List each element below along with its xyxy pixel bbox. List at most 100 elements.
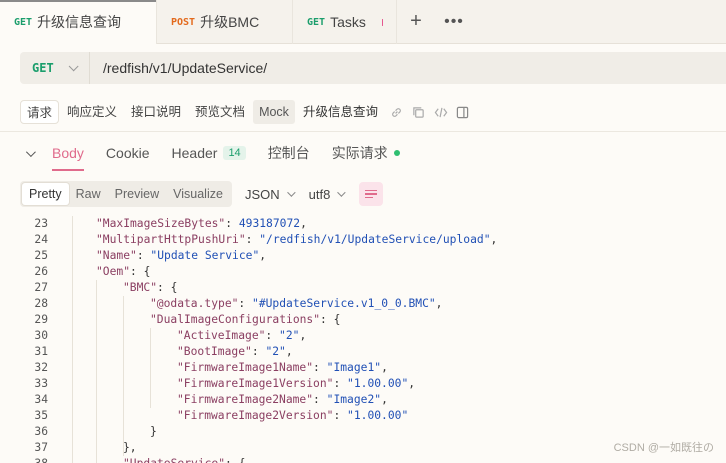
code-text: "ActiveImage": "2", [177, 329, 307, 342]
tab-upgrade-bmc[interactable]: POST 升级BMC [157, 0, 293, 44]
url-input[interactable]: /redfish/v1/UpdateService/ [90, 60, 267, 76]
code-text: "FirmwareImage2Name": "Image2", [177, 393, 388, 406]
code-line: 34 "FirmwareImage2Name": "Image2", [0, 392, 726, 408]
response-body-code[interactable]: 23 "MaxImageSizeBytes": 493187072, 24 "Mult… [0, 213, 726, 463]
line-number: 28 [34, 297, 48, 310]
tab-label: 升级信息查询 [37, 14, 122, 30]
line-number: 32 [34, 361, 48, 374]
code-text: "BootImage": "2", [177, 345, 293, 358]
code-line: 38 "UpdateService": { [0, 456, 726, 463]
mode-raw[interactable]: Raw [69, 183, 108, 205]
code-text: "UpdateService": { [123, 456, 245, 463]
code-line: 27 "BMC": { [0, 280, 726, 296]
line-number: 34 [34, 393, 48, 406]
copy-icon[interactable] [408, 100, 430, 124]
doctab-mock[interactable]: Mock [253, 100, 295, 124]
add-tab-icon[interactable]: + [397, 0, 435, 43]
divider [0, 131, 726, 132]
doctab-response-def[interactable]: 响应定义 [61, 100, 123, 124]
doctab-preview-doc[interactable]: 预览文档 [189, 100, 251, 124]
doctab-api-desc[interactable]: 接口说明 [125, 100, 187, 124]
watermark: CSDN @一如既往の [613, 442, 714, 454]
word-wrap-icon[interactable] [359, 182, 384, 206]
code-text: "FirmwareImage1Name": "Image1", [177, 361, 388, 374]
response-tabs: Body Cookie Header 14 控制台 实际请求 [20, 140, 422, 171]
link-icon[interactable] [386, 100, 408, 124]
code-text: "FirmwareImage2Version": "1.00.00" [177, 409, 409, 422]
line-number: 26 [34, 265, 48, 278]
code-text: "DualImageConfigurations": { [150, 313, 341, 326]
tab-method: GET [14, 16, 33, 28]
view-mode-segment: Pretty Raw Preview Visualize [20, 181, 232, 207]
line-number: 25 [34, 249, 48, 262]
code-line: 31 "BootImage": "2", [0, 344, 726, 360]
doctab-name: 升级信息查询 [302, 105, 378, 119]
tab-body[interactable]: Body [52, 140, 84, 171]
line-number: 23 [34, 217, 48, 230]
layout-icon[interactable] [452, 100, 474, 124]
method-value: GET [32, 61, 54, 75]
format-type-select[interactable]: JSON [244, 186, 296, 202]
line-number: 29 [34, 313, 48, 326]
tab-header-label: Header [171, 145, 218, 161]
tab-cookie[interactable]: Cookie [106, 140, 150, 166]
code-text: "BMC": { [123, 281, 178, 294]
tab-tasks[interactable]: GET Tasks [293, 0, 397, 44]
code-text: "Oem": { [96, 265, 151, 278]
tab-console[interactable]: 控制台 [268, 140, 310, 166]
mode-visualize[interactable]: Visualize [166, 183, 230, 205]
line-number: 30 [34, 329, 48, 342]
encoding-value: utf8 [308, 186, 331, 202]
code-text: "Name": "Update Service", [96, 249, 267, 262]
tab-header[interactable]: Header 14 [172, 140, 246, 166]
code-line: 32 "FirmwareImage1Name": "Image1", [0, 360, 726, 376]
line-number: 38 [0, 456, 48, 463]
tab-upgrade-info-query[interactable]: GET 升级信息查询 [0, 0, 157, 44]
tab-label: 升级BMC [200, 14, 260, 30]
line-number: 36 [34, 425, 48, 438]
doc-tabs: 请求 响应定义 接口说明 预览文档 Mock 升级信息查询 [20, 100, 474, 124]
code-text: }, [123, 441, 137, 454]
code-text: } [150, 425, 157, 438]
mode-preview[interactable]: Preview [108, 183, 166, 205]
format-type-value: JSON [244, 186, 280, 202]
doctab-request[interactable]: 请求 [20, 100, 60, 124]
chevron-down-icon [337, 188, 346, 197]
code-line: 30 "ActiveImage": "2", [0, 328, 726, 344]
mode-pretty[interactable]: Pretty [22, 183, 69, 205]
tab-method: GET [307, 16, 326, 28]
code-line: 24 "MultipartHttpPushUri": "/redfish/v1/U… [0, 232, 726, 248]
url-bar: GET /redfish/v1/UpdateService/ [20, 52, 726, 84]
chevron-down-icon [68, 60, 79, 71]
tab-label: Tasks [330, 14, 366, 30]
tab-actual-label: 实际请求 [331, 145, 388, 161]
code-line: 23 "MaxImageSizeBytes": 493187072, [0, 216, 726, 232]
tab-method: POST [171, 16, 196, 28]
tab-actual-request[interactable]: 实际请求 [332, 140, 400, 166]
line-number: 24 [34, 233, 48, 246]
header-count-badge: 14 [223, 146, 246, 160]
code-text: "MultipartHttpPushUri": "/redfish/v1/Upd… [96, 233, 498, 246]
line-number: 27 [34, 281, 48, 294]
code-line: 26 "Oem": { [0, 264, 726, 280]
code-line: 28 "@odata.type": "#UpdateService.v1_0_0.… [0, 296, 726, 312]
line-number: 37 [34, 441, 48, 454]
code-line: 35 "FirmwareImage2Version": "1.00.00" [0, 408, 726, 424]
code-line: 36} [0, 424, 726, 440]
code-line: 25 "Name": "Update Service", [0, 248, 726, 264]
format-toolbar: Pretty Raw Preview Visualize JSON utf8 [20, 181, 384, 207]
encoding-select[interactable]: utf8 [308, 186, 346, 202]
line-number: 33 [34, 377, 48, 390]
status-dot-icon [393, 150, 400, 156]
more-icon[interactable]: ••• [435, 0, 473, 43]
collapse-chevron-icon[interactable] [20, 140, 38, 166]
request-tab-bar: GET 升级信息查询 POST 升级BMC GET Tasks + ••• [0, 0, 726, 44]
chevron-down-icon [286, 188, 296, 197]
code-line: 33 "FirmwareImage1Version": "1.00.00", [0, 376, 726, 392]
code-text: "FirmwareImage1Version": "1.00.00", [177, 377, 416, 390]
line-number: 31 [34, 345, 48, 358]
method-select[interactable]: GET [20, 52, 90, 84]
code-text: "MaxImageSizeBytes": 493187072, [96, 217, 307, 230]
code-icon[interactable] [430, 100, 452, 124]
line-number: 35 [34, 409, 48, 422]
